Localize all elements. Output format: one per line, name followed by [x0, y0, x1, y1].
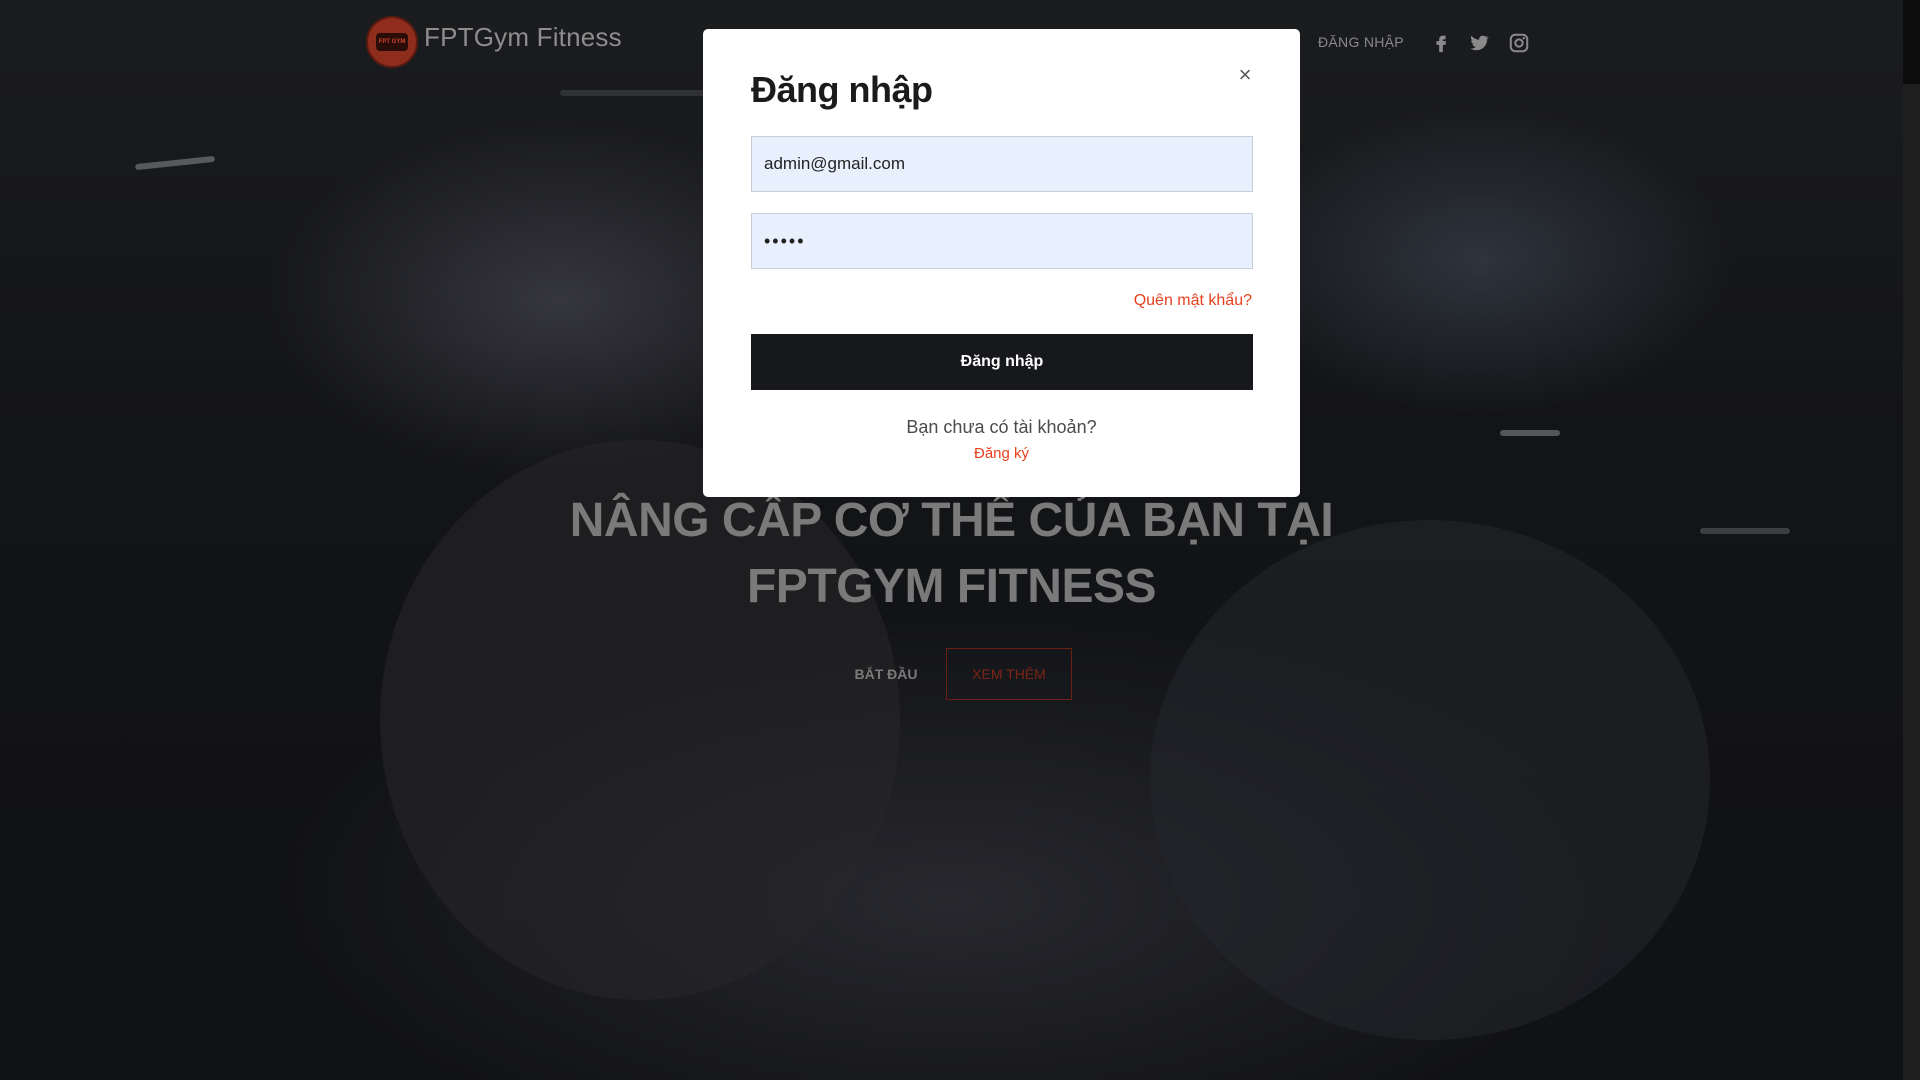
email-field[interactable] — [751, 136, 1253, 192]
password-field[interactable] — [751, 213, 1253, 269]
forgot-password-link[interactable]: Quên mật khẩu? — [1134, 292, 1252, 310]
login-modal: Đăng nhập × Quên mật khẩu? Đăng nhập Bạn… — [703, 29, 1300, 497]
no-account-text: Bạn chưa có tài khoản? — [906, 417, 1097, 437]
close-icon[interactable]: × — [1233, 63, 1257, 87]
login-submit-button[interactable]: Đăng nhập — [751, 334, 1253, 390]
register-link[interactable]: Đăng ký — [703, 445, 1300, 462]
modal-title: Đăng nhập — [751, 69, 933, 110]
